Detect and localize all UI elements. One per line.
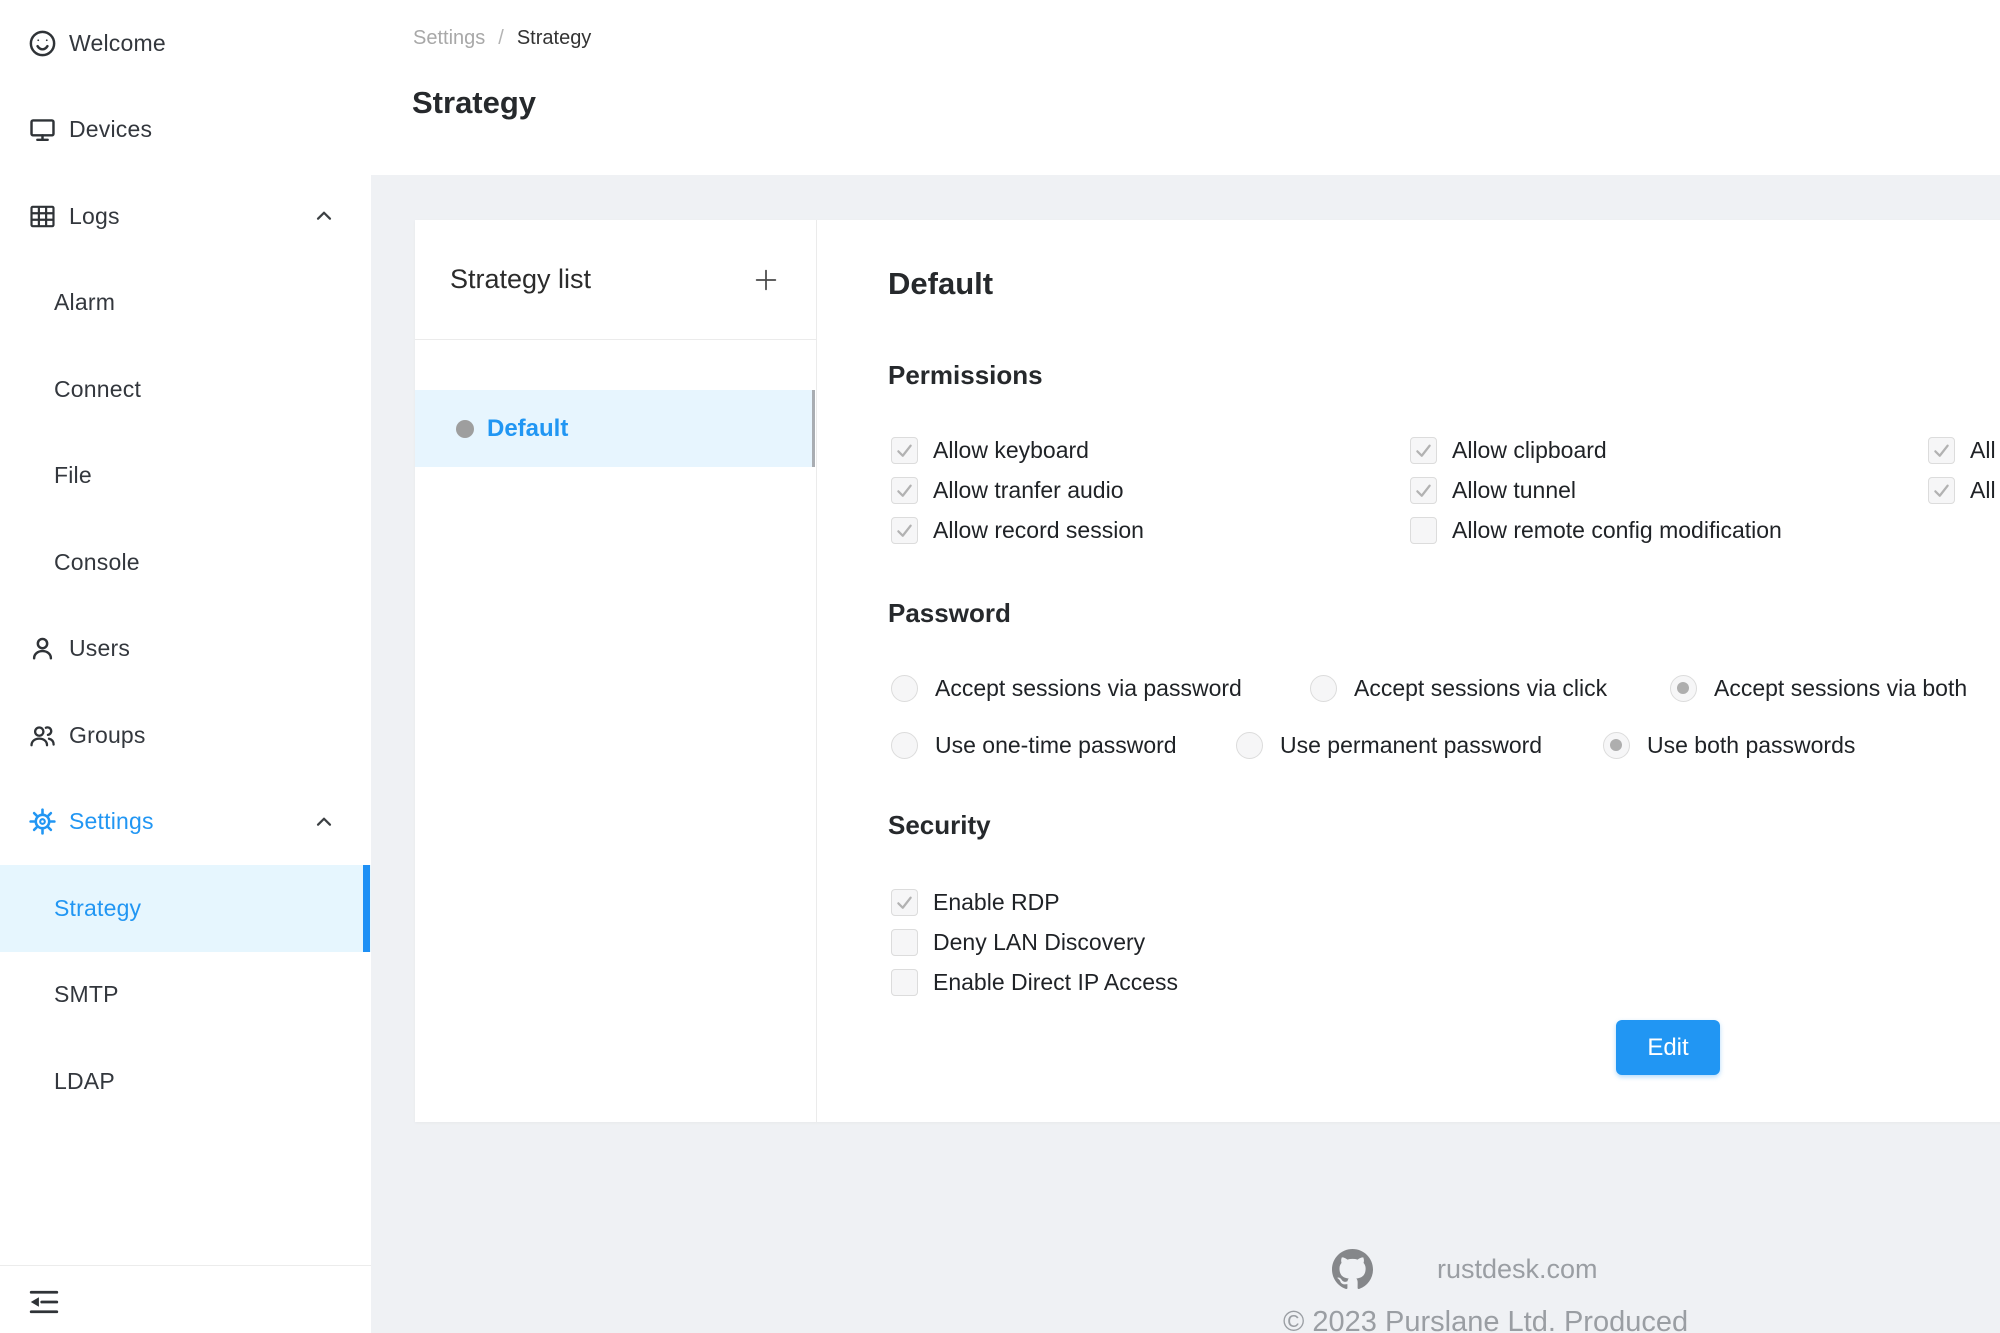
chevron-up-icon (311, 809, 337, 835)
sidebar-item-label: Logs (69, 203, 120, 230)
checkbox-checked[interactable] (1410, 437, 1437, 464)
security-deny-lan-discovery: Deny LAN Discovery (891, 922, 1178, 962)
strategy-list-header: Strategy list (415, 220, 816, 340)
radio-accept-via-click[interactable]: Accept sessions via click (1310, 668, 1607, 708)
breadcrumb: Settings / Strategy (413, 27, 591, 50)
sidebar-item-alarm[interactable]: Alarm (0, 260, 371, 347)
add-strategy-button[interactable] (748, 262, 784, 298)
permission-allow-keyboard: Allow keyboard (891, 430, 1410, 470)
password-heading: Password (888, 598, 1011, 629)
radio-unselected[interactable] (891, 675, 918, 702)
permission-allow-record-session: Allow record session (891, 510, 1410, 550)
user-icon (27, 633, 58, 664)
radio-selected[interactable] (1603, 732, 1630, 759)
sidebar-item-file[interactable]: File (0, 433, 371, 520)
checkbox-checked[interactable] (891, 517, 918, 544)
github-icon[interactable] (1332, 1249, 1373, 1290)
sidebar-item-logs[interactable]: Logs (0, 173, 371, 260)
security-heading: Security (888, 810, 991, 841)
checkbox-checked[interactable] (891, 477, 918, 504)
strategy-list-item-default[interactable]: Default (415, 390, 815, 467)
sidebar-item-groups[interactable]: Groups (0, 692, 371, 779)
sidebar-item-label: Connect (54, 376, 141, 403)
strategy-detail-title: Default (888, 266, 993, 302)
app-window: Welcome Devices Logs (0, 0, 2000, 1333)
sidebar-item-strategy[interactable]: Strategy (0, 865, 371, 952)
sidebar-item-label: Groups (69, 722, 146, 749)
edit-button[interactable]: Edit (1616, 1020, 1720, 1075)
sidebar-item-label: Welcome (69, 30, 166, 57)
checkbox-unchecked[interactable] (891, 929, 918, 956)
permission-allow-clipboard: Allow clipboard (1410, 430, 1928, 470)
page-title: Strategy (412, 85, 536, 121)
sidebar-item-devices[interactable]: Devices (0, 87, 371, 174)
checkbox-checked[interactable] (1928, 437, 1955, 464)
permission-allow-remote-config: Allow remote config modification (1410, 510, 1928, 550)
sidebar-item-welcome[interactable]: Welcome (0, 0, 371, 87)
radio-unselected[interactable] (1310, 675, 1337, 702)
permissions-heading: Permissions (888, 360, 1043, 391)
sidebar-item-label: LDAP (54, 1068, 115, 1095)
sidebar-item-label: Strategy (54, 895, 141, 922)
sidebar-item-ldap[interactable]: LDAP (0, 1038, 371, 1125)
breadcrumb-current: Strategy (517, 27, 591, 50)
users-icon (27, 720, 58, 751)
sidebar-item-label: SMTP (54, 981, 119, 1008)
strategy-item-label: Default (487, 415, 568, 443)
permission-truncated-1: All (1928, 430, 2000, 470)
monitor-icon (27, 114, 58, 145)
sidebar-divider (0, 1265, 371, 1266)
plus-icon (751, 265, 781, 295)
rustdesk-link[interactable]: rustdesk.com (1437, 1254, 1598, 1285)
smiley-icon (27, 28, 58, 59)
checkbox-checked[interactable] (1928, 477, 1955, 504)
permission-allow-transfer-audio: Allow tranfer audio (891, 470, 1410, 510)
permissions-grid: Allow keyboard Allow clipboard All Allow… (891, 430, 2000, 550)
radio-accept-via-password[interactable]: Accept sessions via password (891, 668, 1242, 708)
security-enable-rdp: Enable RDP (891, 882, 1178, 922)
radio-permanent-password[interactable]: Use permanent password (1236, 725, 1542, 765)
sidebar-item-users[interactable]: Users (0, 606, 371, 693)
sidebar: Welcome Devices Logs (0, 0, 371, 1333)
sidebar-item-label: File (54, 462, 92, 489)
sidebar-item-settings[interactable]: Settings (0, 779, 371, 866)
checkbox-checked[interactable] (1410, 477, 1437, 504)
checkbox-unchecked[interactable] (1410, 517, 1437, 544)
sidebar-item-label: Settings (69, 808, 154, 835)
menu-fold-icon (26, 1284, 62, 1320)
breadcrumb-separator: / (498, 27, 504, 50)
gear-icon (27, 806, 58, 837)
list-scrollbar[interactable] (812, 390, 815, 467)
radio-one-time-password[interactable]: Use one-time password (891, 725, 1177, 765)
checkbox-checked[interactable] (891, 437, 918, 464)
permission-truncated-2: All (1928, 470, 2000, 510)
sidebar-item-label: Devices (69, 116, 152, 143)
status-dot-icon (456, 420, 474, 438)
sidebar-item-connect[interactable]: Connect (0, 346, 371, 433)
security-list: Enable RDP Deny LAN Discovery Enable Dir… (891, 882, 1178, 1002)
breadcrumb-settings[interactable]: Settings (413, 27, 485, 50)
radio-unselected[interactable] (891, 732, 918, 759)
collapse-sidebar-button[interactable] (22, 1280, 66, 1324)
sidebar-item-label: Alarm (54, 289, 115, 316)
chevron-up-icon (311, 203, 337, 229)
copyright-text: © 2023 Purslane Ltd. Produced (1283, 1306, 1688, 1333)
radio-unselected[interactable] (1236, 732, 1263, 759)
strategy-card: Strategy list Default Default Permission… (415, 220, 2000, 1122)
strategy-list-panel: Strategy list Default (415, 220, 817, 1122)
radio-accept-via-both[interactable]: Accept sessions via both (1670, 668, 1967, 708)
table-icon (27, 201, 58, 232)
checkbox-unchecked[interactable] (891, 969, 918, 996)
strategy-list-title: Strategy list (450, 264, 591, 295)
sidebar-item-label: Users (69, 635, 130, 662)
sidebar-item-label: Console (54, 549, 140, 576)
sidebar-item-console[interactable]: Console (0, 519, 371, 606)
security-enable-direct-ip: Enable Direct IP Access (891, 962, 1178, 1002)
sidebar-item-smtp[interactable]: SMTP (0, 952, 371, 1039)
checkbox-checked[interactable] (891, 889, 918, 916)
radio-both-passwords[interactable]: Use both passwords (1603, 725, 1855, 765)
radio-selected[interactable] (1670, 675, 1697, 702)
permission-allow-tunnel: Allow tunnel (1410, 470, 1928, 510)
